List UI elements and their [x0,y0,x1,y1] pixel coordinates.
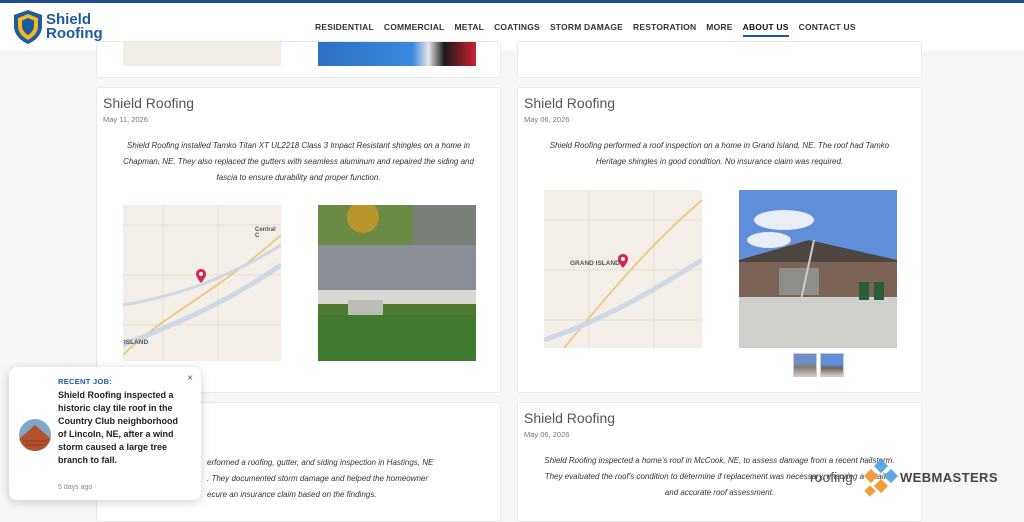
popup-timestamp: 5 days ago [58,484,93,491]
job-map [123,42,281,66]
job-card-partial-right [517,41,922,78]
job-card-description: Shield Roofing performed a roof inspecti… [549,141,890,166]
recent-job-popup[interactable]: × RECENT JOB: Shield Roofing inspected a… [9,367,201,500]
nav-more[interactable]: MORE [706,22,732,37]
job-photo [318,42,476,66]
thumbnail[interactable] [820,353,844,377]
aerial-roof-photo [318,205,476,361]
popup-label: RECENT JOB: [58,377,113,386]
job-card-date: May 11, 2026 [103,115,148,124]
map-roads [544,190,702,348]
map-label: GRAND ISLAND [570,260,620,267]
brand-name-line2: Roofing [46,25,103,42]
webmasters-logo-icon [863,459,899,497]
job-card-date: May 06, 2026 [524,430,570,439]
thumbnail[interactable] [793,353,817,377]
popup-message: Shield Roofing inspected a historic clay… [58,390,178,465]
badge-text-roofing: roofing [810,469,853,485]
job-photo[interactable] [739,190,897,348]
avatar [19,419,51,451]
shield-logo-icon [14,10,42,44]
job-card-description: erformed a roofing, gutter, and siding i… [207,455,474,503]
roofing-webmasters-badge[interactable]: roofing WEBMASTERS [810,459,1020,499]
job-card-partial-left [96,41,501,78]
job-map[interactable]: Central C ISLAND [123,205,281,361]
house-photo [739,190,897,348]
job-card-date: May 06, 2026 [524,115,570,124]
job-card-title: Shield Roofing [524,95,616,111]
job-map[interactable]: GRAND ISLAND [544,190,702,348]
job-card-title: Shield Roofing [524,410,616,426]
nav-contact-us[interactable]: CONTACT US [799,22,856,37]
nav-commercial[interactable]: COMMERCIAL [384,22,445,37]
badge-text-webmasters: WEBMASTERS [900,470,998,485]
job-photo[interactable] [318,205,476,361]
nav-restoration[interactable]: RESTORATION [633,22,696,37]
location-pin-icon [196,269,206,283]
job-card-description-line: ecure an insurance claim based on the fi… [207,490,377,499]
photo-thumbnails [793,353,844,377]
job-card: Shield Roofing May 06, 2026 Shield Roofi… [517,87,922,393]
job-card-title: Shield Roofing [103,95,195,111]
map-label: Central C [255,227,276,239]
close-icon[interactable]: × [187,373,193,384]
map-label: ISLAND [124,339,149,346]
job-card-description-line: erformed a roofing, gutter, and siding i… [207,458,434,467]
nav-coatings[interactable]: COATINGS [494,22,540,37]
job-card-description: Shield Roofing installed Tamko Titan XT … [123,141,474,182]
job-card-description-line: . They documented storm damage and helpe… [207,474,429,483]
nav-residential[interactable]: RESIDENTIAL [315,22,374,37]
nav-metal[interactable]: METAL [454,22,484,37]
roof-avatar-icon [19,419,51,451]
job-card: Shield Roofing May 11, 2026 Shield Roofi… [96,87,501,393]
nav-storm-damage[interactable]: STORM DAMAGE [550,22,623,37]
nav-about-us[interactable]: ABOUT US [742,22,789,37]
main-nav: RESIDENTIAL COMMERCIAL METAL COATINGS ST… [315,22,866,37]
